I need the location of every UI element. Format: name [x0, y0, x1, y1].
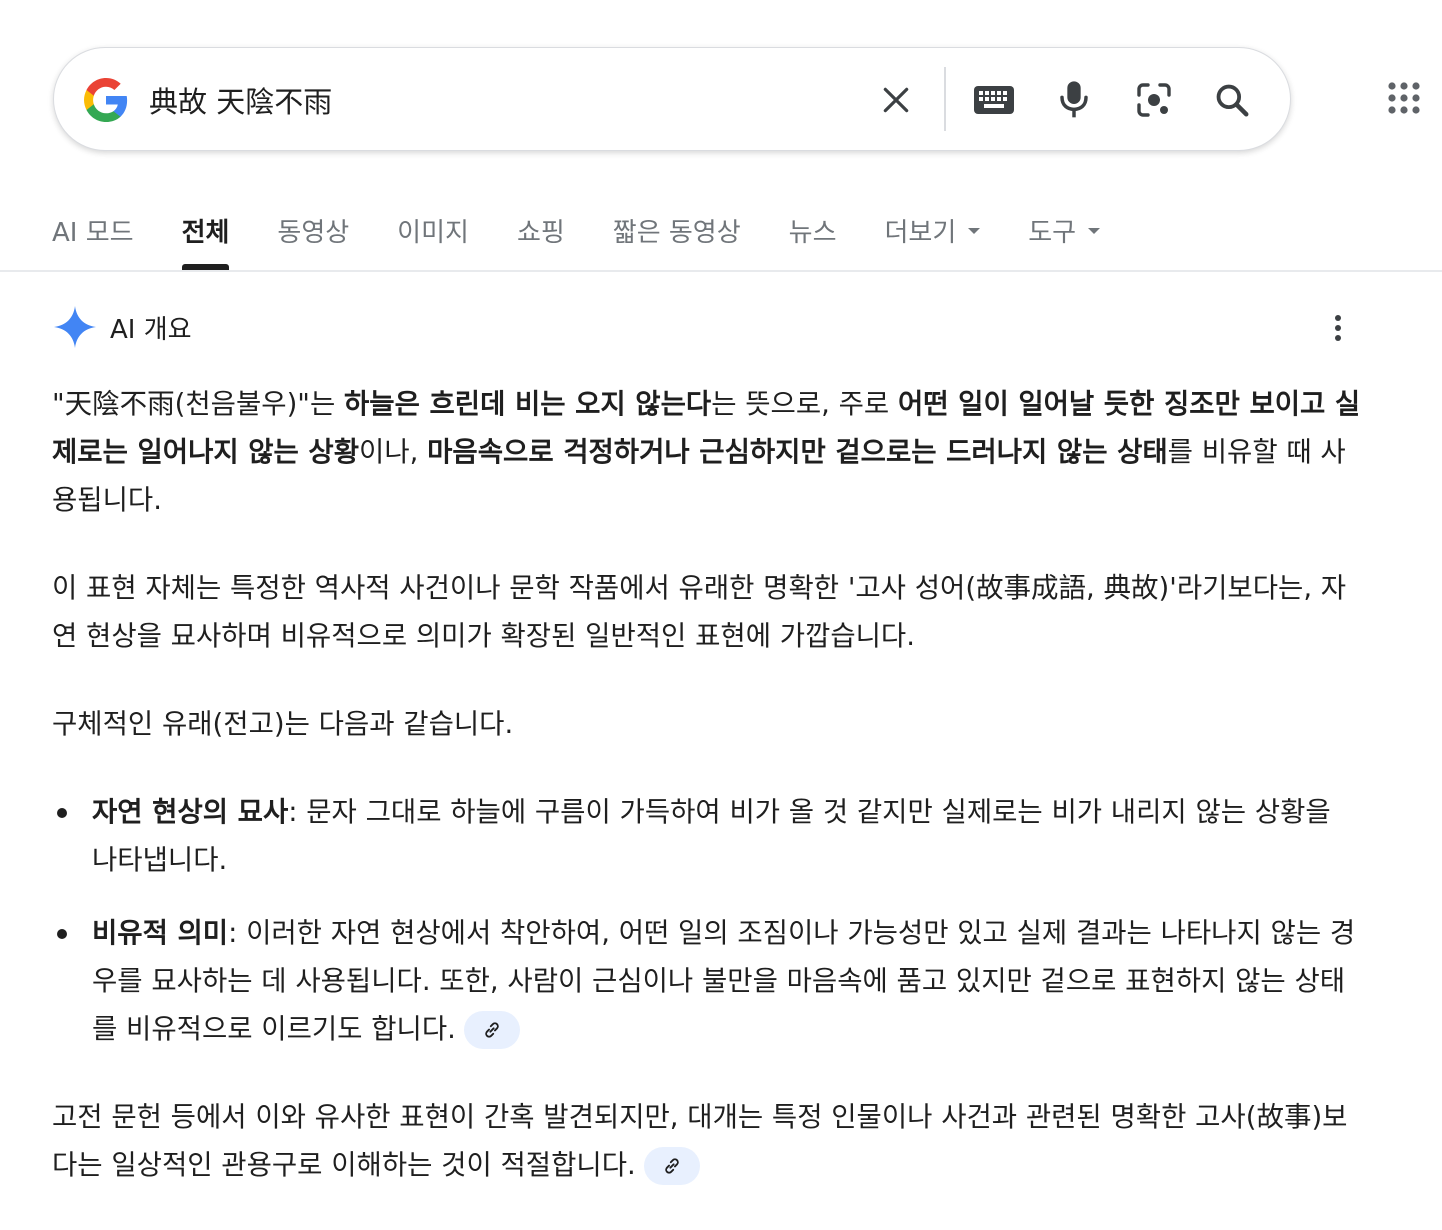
tab-label: 이미지 [397, 218, 469, 248]
tab-label: AI 모드 [52, 218, 134, 248]
keyboard-icon [974, 86, 1014, 114]
search-button[interactable] [1206, 74, 1258, 126]
more-vertical-icon [1335, 315, 1341, 341]
citation-link-button[interactable] [463, 1011, 520, 1049]
text-span: "天陰不雨(천음불우)"는 [52, 388, 344, 420]
tab-label: 쇼핑 [516, 218, 565, 248]
link-icon [664, 1158, 679, 1174]
tab-more[interactable]: 더보기 [885, 200, 981, 270]
text-span: 는 뜻으로, 주로 [711, 388, 898, 420]
ai-paragraph-3: 구체적인 유래(전고)는 다음과 같습니다. [52, 708, 514, 740]
tab-images[interactable]: 이미지 [397, 200, 469, 270]
ai-overview-label: AI 개요 [110, 314, 192, 345]
search-tabs: AI 모드 전체 동영상 이미지 쇼핑 짧은 동영상 뉴스 더보기 도구 [52, 200, 1148, 270]
caret-down-icon [1088, 228, 1101, 234]
tab-label: 전체 [181, 218, 230, 248]
citation-link-button[interactable] [643, 1147, 700, 1185]
ai-overview-content: "天陰不雨(천음불우)"는 하늘은 흐린데 비는 오지 않는다는 뜻으로, 주로… [52, 380, 1362, 1229]
virtual-keyboard-button[interactable] [968, 74, 1020, 126]
gemini-sparkle-icon [54, 306, 96, 348]
tab-ai-mode[interactable]: AI 모드 [52, 200, 134, 270]
search-bar [53, 47, 1291, 151]
list-item: 자연 현상의 묘사: 문자 그대로 하늘에 구름이 가득하여 비가 올 것 같지… [52, 788, 1362, 884]
ai-paragraph-2: 이 표현 자체는 특정한 역사적 사건이나 문학 작품에서 유래한 명확한 '고… [52, 572, 1347, 652]
link-icon [485, 1022, 499, 1038]
search-icon [1216, 84, 1249, 117]
tab-label: 뉴스 [788, 218, 837, 248]
lens-search-button[interactable] [1128, 74, 1180, 126]
bullet-term: 자연 현상의 묘사 [92, 796, 289, 828]
tab-short-videos[interactable]: 짧은 동영상 [613, 200, 741, 270]
search-divider [944, 67, 946, 131]
ai-paragraph-4: 고전 문헌 등에서 이와 유사한 표현이 간혹 발견되지만, 대개는 특정 인물… [52, 1093, 1362, 1189]
microphone-icon [1060, 81, 1088, 118]
search-input[interactable] [149, 78, 849, 122]
ai-bullet-list: 자연 현상의 묘사: 문자 그대로 하늘에 구름이 가득하여 비가 올 것 같지… [52, 788, 1362, 1053]
camera-lens-icon [1137, 83, 1171, 117]
tab-videos[interactable]: 동영상 [277, 200, 349, 270]
close-icon [883, 87, 909, 113]
text-span: 이나, [359, 436, 428, 468]
clear-search-button[interactable] [870, 74, 922, 126]
tab-label: 도구 [1028, 218, 1077, 248]
ai-overview-header: AI 개요 [52, 302, 192, 352]
voice-search-button[interactable] [1048, 74, 1100, 126]
tab-label: 짧은 동영상 [612, 218, 741, 248]
bold-span: 마음속으로 걱정하거나 근심하지만 겉으로는 드러나지 않는 상태 [427, 436, 1168, 468]
tab-label: 더보기 [884, 218, 957, 248]
list-item: 비유적 의미: 이러한 자연 현상에서 착안하여, 어떤 일의 조짐이나 가능성… [52, 909, 1362, 1053]
tab-label: 동영상 [277, 218, 350, 248]
tabs-divider [0, 270, 1442, 272]
ai-overview-more-button[interactable] [1318, 308, 1358, 348]
google-logo-icon [84, 78, 128, 122]
google-apps-button[interactable] [1378, 72, 1430, 124]
tab-news[interactable]: 뉴스 [789, 200, 837, 270]
caret-down-icon [968, 228, 981, 234]
ai-paragraph-1: "天陰不雨(천음불우)"는 하늘은 흐린데 비는 오지 않는다는 뜻으로, 주로… [52, 380, 1362, 524]
tab-shopping[interactable]: 쇼핑 [517, 200, 565, 270]
bold-span: 하늘은 흐린데 비는 오지 않는다 [344, 388, 712, 420]
apps-grid-icon [1388, 82, 1420, 114]
tab-all[interactable]: 전체 [181, 200, 230, 270]
bullet-term: 비유적 의미 [92, 917, 229, 949]
tab-tools[interactable]: 도구 [1028, 200, 1101, 270]
bullet-text: : 이러한 자연 현상에서 착안하여, 어떤 일의 조짐이나 가능성만 있고 실… [92, 917, 1356, 1045]
